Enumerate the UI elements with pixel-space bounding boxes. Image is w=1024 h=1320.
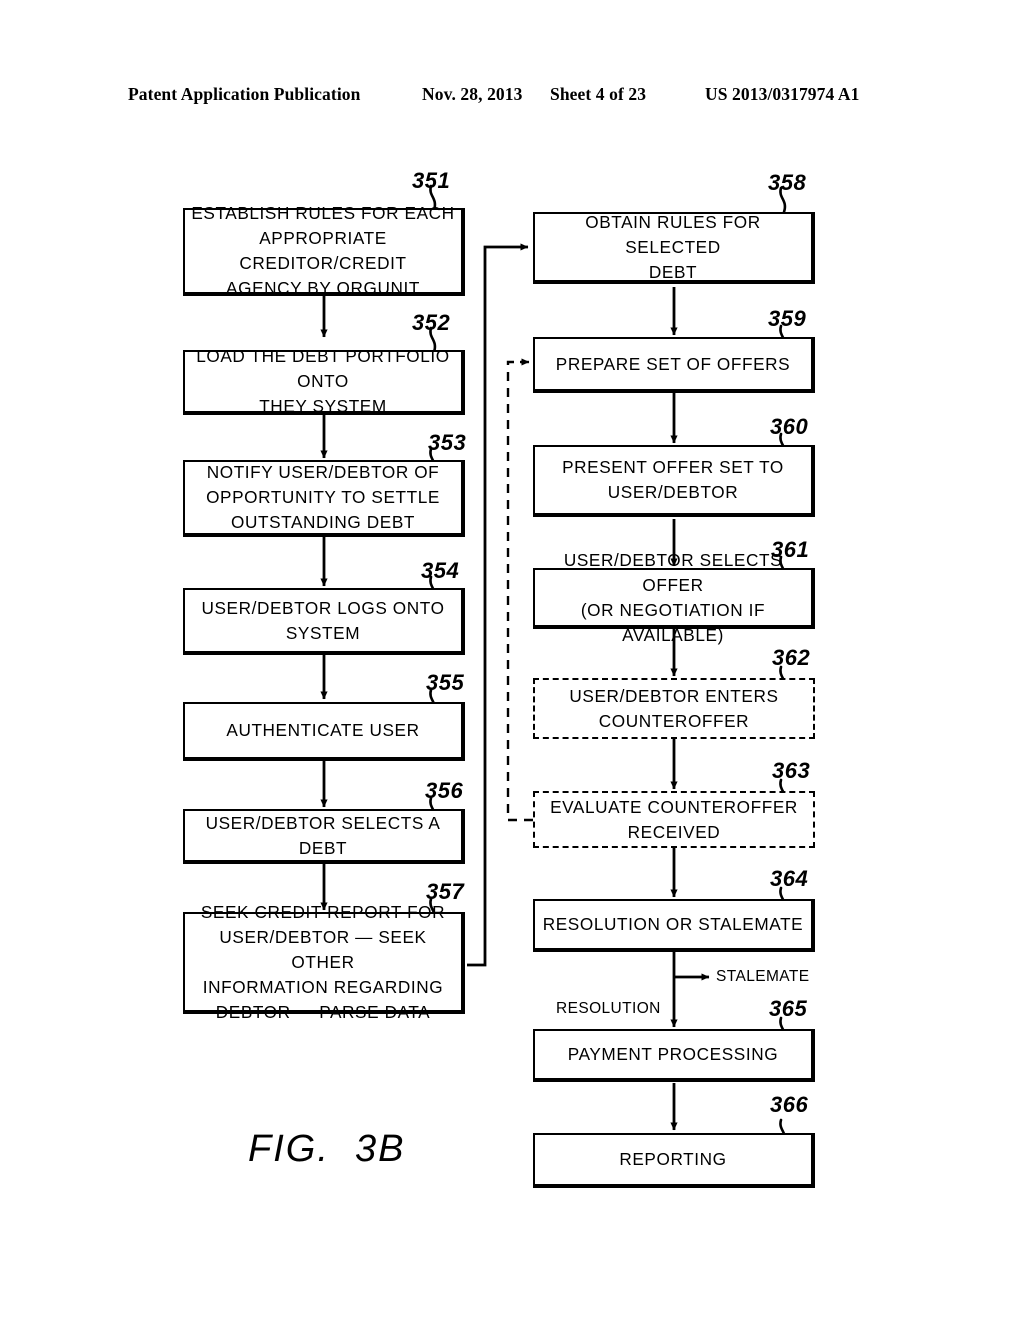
node-357-label: SEEK CREDIT REPORT FOR USER/DEBTOR — SEE… bbox=[200, 901, 446, 1022]
node-354-label: USER/DEBTOR LOGS ONTO SYSTEM bbox=[201, 597, 445, 643]
node-363-label: EVALUATE COUNTEROFFER RECEIVED bbox=[550, 796, 798, 842]
figure-caption: FIG. 3B bbox=[248, 1128, 406, 1170]
refnum-363: 363 bbox=[772, 758, 811, 783]
refnum-355: 355 bbox=[426, 670, 465, 695]
node-353-label: NOTIFY USER/DEBTOR OF OPPORTUNITY TO SET… bbox=[206, 462, 440, 532]
branch-label-resolution: RESOLUTION bbox=[556, 1000, 661, 1017]
node-366[interactable]: REPORTING bbox=[533, 1133, 815, 1188]
refnum-356: 356 bbox=[425, 778, 464, 803]
node-353[interactable]: NOTIFY USER/DEBTOR OF OPPORTUNITY TO SET… bbox=[183, 460, 465, 537]
node-359[interactable]: PREPARE SET OF OFFERS bbox=[533, 337, 815, 393]
connector-lines bbox=[320, 184, 787, 1146]
refnum-362: 362 bbox=[772, 645, 811, 670]
node-366-label: REPORTING bbox=[619, 1149, 727, 1169]
node-361-label: USER/DEBTOR SELECTS OFFER (OR NEGOTIATIO… bbox=[563, 549, 783, 645]
refnum-361: 361 bbox=[771, 537, 810, 562]
branch-label-stalemate: STALEMATE bbox=[716, 968, 810, 985]
node-361[interactable]: USER/DEBTOR SELECTS OFFER (OR NEGOTIATIO… bbox=[533, 550, 815, 645]
refnum-364: 364 bbox=[770, 866, 809, 891]
node-358[interactable]: OBTAIN RULES FOR SELECTED DEBT bbox=[533, 212, 815, 284]
refnum-357: 357 bbox=[426, 879, 465, 904]
refnum-358: 358 bbox=[768, 170, 807, 195]
refnum-360: 360 bbox=[770, 414, 809, 439]
node-360-label: PRESENT OFFER SET TO USER/DEBTOR bbox=[562, 457, 784, 502]
node-365[interactable]: PAYMENT PROCESSING bbox=[533, 1029, 815, 1082]
link-357-358 bbox=[467, 243, 529, 967]
node-356[interactable]: USER/DEBTOR SELECTS A DEBT bbox=[183, 809, 465, 864]
refnum-354: 354 bbox=[421, 558, 460, 583]
node-354[interactable]: USER/DEBTOR LOGS ONTO SYSTEM bbox=[183, 588, 465, 655]
node-360[interactable]: PRESENT OFFER SET TO USER/DEBTOR bbox=[533, 445, 815, 517]
node-359-label: PREPARE SET OF OFFERS bbox=[555, 353, 791, 374]
node-363[interactable]: EVALUATE COUNTEROFFER RECEIVED bbox=[533, 791, 815, 848]
node-358-label: OBTAIN RULES FOR SELECTED DEBT bbox=[585, 211, 761, 282]
node-365-label: PAYMENT PROCESSING bbox=[567, 1044, 779, 1064]
node-352-label: LOAD THE DEBT PORTFOLIO ONTO THEY SYSTEM bbox=[196, 346, 450, 416]
refnum-365: 365 bbox=[769, 996, 808, 1021]
link-363-359-feedback bbox=[506, 360, 533, 822]
node-362-label: USER/DEBTOR ENTERS COUNTEROFFER bbox=[569, 685, 779, 731]
node-364[interactable]: RESOLUTION OR STALEMATE bbox=[533, 899, 815, 952]
node-351-label: ESTABLISH RULES FOR EACH APPROPRIATE CRE… bbox=[191, 203, 455, 298]
node-351[interactable]: ESTABLISH RULES FOR EACH APPROPRIATE CRE… bbox=[183, 203, 465, 298]
refnum-353: 353 bbox=[428, 430, 467, 455]
refnum-359: 359 bbox=[768, 306, 807, 331]
refnum-366: 366 bbox=[770, 1092, 809, 1117]
refnum-352: 352 bbox=[412, 310, 451, 335]
refnum-351: 351 bbox=[412, 168, 451, 193]
node-352[interactable]: LOAD THE DEBT PORTFOLIO ONTO THEY SYSTEM bbox=[183, 346, 465, 416]
node-364-label: RESOLUTION OR STALEMATE bbox=[542, 914, 804, 934]
node-357[interactable]: SEEK CREDIT REPORT FOR USER/DEBTOR — SEE… bbox=[183, 902, 465, 1022]
node-356-label: USER/DEBTOR SELECTS A DEBT bbox=[205, 812, 441, 858]
node-355[interactable]: AUTHENTICATE USER bbox=[183, 702, 465, 761]
flowchart-diagram: ESTABLISH RULES FOR EACH APPROPRIATE CRE… bbox=[0, 0, 1024, 1320]
node-362[interactable]: USER/DEBTOR ENTERS COUNTEROFFER bbox=[533, 678, 815, 739]
node-355-label: AUTHENTICATE USER bbox=[226, 720, 420, 740]
